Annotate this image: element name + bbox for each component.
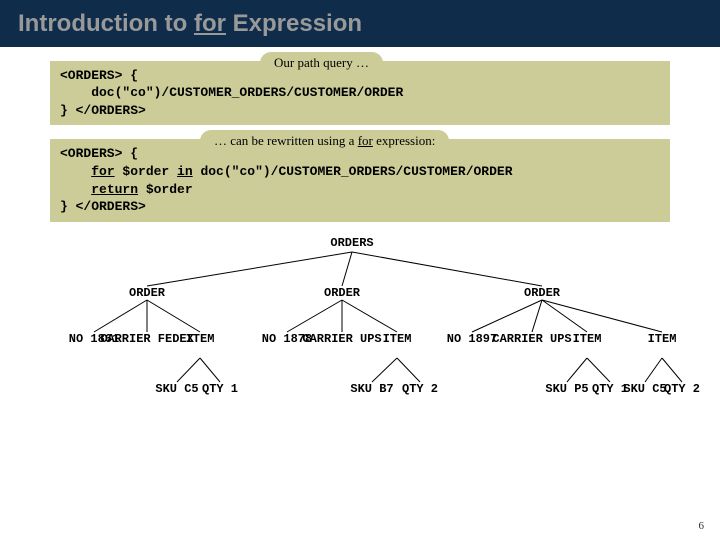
- node-root: ORDERS: [330, 236, 373, 250]
- leaf-sku-1: SKU C5: [155, 382, 198, 396]
- tree-edges: [22, 236, 720, 456]
- leaf-qty-2: QTY 2: [402, 382, 438, 396]
- leaf-sku-3b: SKU C5: [623, 382, 666, 396]
- annotation-1: Our path query …: [260, 52, 383, 74]
- leaf-sku-3a: SKU P5: [545, 382, 588, 396]
- title-pre: Introduction to: [18, 10, 194, 37]
- leaf-qty-1: QTY 1: [202, 382, 238, 396]
- slide-body: Our path query … <ORDERS> { doc("co")/CU…: [0, 47, 720, 456]
- leaf-car-2: CARRIER UPS: [302, 332, 381, 346]
- leaf-qty-3b: QTY 2: [664, 382, 700, 396]
- leaf-item-3b: ITEM: [648, 332, 677, 346]
- leaf-sku-2: SKU B7: [350, 382, 393, 396]
- node-order-1: ORDER: [129, 286, 165, 300]
- leaf-item-1: ITEM: [186, 332, 215, 346]
- tree-diagram: ORDERS ORDER ORDER ORDER NO 1861 CARRIER…: [22, 236, 698, 456]
- title-post: Expression: [226, 10, 362, 37]
- title-bar: Introduction to for Expression: [0, 0, 720, 47]
- code-block-2: … can be rewritten using a for expressio…: [50, 139, 670, 221]
- page-number: 6: [699, 520, 705, 532]
- leaf-item-3a: ITEM: [573, 332, 602, 346]
- node-order-3: ORDER: [524, 286, 560, 300]
- title-for: for: [194, 10, 226, 37]
- leaf-item-2: ITEM: [383, 332, 412, 346]
- annotation-2: … can be rewritten using a for expressio…: [200, 130, 449, 152]
- page-title: Introduction to for Expression: [18, 10, 702, 39]
- leaf-car-1: CARRIER FEDEX: [100, 332, 194, 346]
- leaf-no-3: NO 1897: [447, 332, 497, 346]
- node-order-2: ORDER: [324, 286, 360, 300]
- leaf-car-3: CARRIER UPS: [492, 332, 571, 346]
- code-block-1: Our path query … <ORDERS> { doc("co")/CU…: [50, 61, 670, 126]
